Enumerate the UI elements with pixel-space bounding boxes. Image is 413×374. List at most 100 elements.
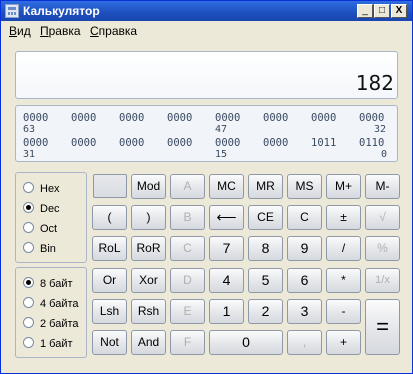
memory-indicator	[93, 174, 127, 198]
display-value: 182	[355, 71, 394, 95]
not-button[interactable]: Not	[92, 330, 127, 355]
radio-dec[interactable]: Dec	[23, 202, 60, 215]
radio-indicator	[23, 242, 34, 253]
rotate-left-button[interactable]: RoL	[92, 236, 127, 261]
menu-bar: Вид Правка Справка	[1, 21, 412, 40]
bit-position: 0	[381, 149, 388, 160]
hex-c-button[interactable]: C	[170, 236, 205, 261]
digit-8-button[interactable]: 8	[248, 236, 283, 261]
bit-position: 32	[374, 124, 387, 135]
bit-position: 15	[215, 149, 228, 160]
binary-group: 0000	[71, 137, 97, 149]
radio-4-bytes[interactable]: 4 байта	[23, 297, 79, 310]
hex-f-button[interactable]: F	[170, 330, 205, 355]
mod-button[interactable]: Mod	[131, 174, 166, 199]
digit-1-button[interactable]: 1	[209, 299, 244, 324]
radio-indicator	[23, 317, 34, 328]
digit-4-button[interactable]: 4	[209, 268, 244, 293]
binary-group: 0000	[23, 137, 49, 149]
binary-group: 0000	[23, 112, 49, 124]
hex-d-button[interactable]: D	[170, 268, 205, 293]
digit-6-button[interactable]: 6	[287, 268, 322, 293]
memory-clear-button[interactable]: MC	[209, 174, 244, 199]
divide-button[interactable]: /	[326, 236, 361, 261]
sqrt-button[interactable]: √	[365, 205, 400, 230]
menu-edit[interactable]: Правка	[40, 24, 81, 38]
bit-position: 47	[215, 124, 228, 135]
memory-add-button[interactable]: M+	[326, 174, 361, 199]
left-shift-button[interactable]: Lsh	[92, 299, 127, 324]
bit-position: 31	[23, 149, 36, 160]
memory-subtract-button[interactable]: M-	[365, 174, 400, 199]
memory-store-button[interactable]: MS	[287, 174, 322, 199]
binary-group: 0000	[71, 112, 97, 124]
number-base-group: Hex Dec Oct Bin	[15, 172, 87, 263]
binary-group: 0000	[215, 137, 241, 149]
equals-button[interactable]: =	[365, 299, 400, 355]
hex-b-button[interactable]: B	[170, 205, 205, 230]
radio-8-bytes[interactable]: 8 байт	[23, 277, 73, 290]
word-size-group: 8 байт 4 байта 2 байта 1 байт	[15, 267, 87, 358]
radio-oct[interactable]: Oct	[23, 222, 57, 235]
binary-group: 0000	[263, 137, 289, 149]
and-button[interactable]: And	[131, 330, 166, 355]
digit-9-button[interactable]: 9	[287, 236, 322, 261]
binary-group: 0000	[311, 112, 337, 124]
binary-group: 0110	[359, 137, 385, 149]
binary-group: 0000	[263, 112, 289, 124]
result-display: 182	[15, 51, 398, 99]
backspace-button[interactable]: ⟵	[209, 205, 244, 230]
digit-2-button[interactable]: 2	[248, 299, 283, 324]
radio-bin[interactable]: Bin	[23, 242, 56, 255]
binary-group: 0000	[167, 137, 193, 149]
radio-indicator	[23, 337, 34, 348]
multiply-button[interactable]: *	[326, 268, 361, 293]
radio-hex[interactable]: Hex	[23, 182, 60, 195]
binary-group: 0000	[215, 112, 241, 124]
open-paren-button[interactable]: (	[92, 205, 127, 230]
radio-indicator	[23, 277, 34, 288]
radio-indicator	[23, 182, 34, 193]
negate-button[interactable]: ±	[326, 205, 361, 230]
menu-help[interactable]: Справка	[90, 24, 137, 38]
add-button[interactable]: +	[326, 330, 361, 355]
or-button[interactable]: Or	[92, 268, 127, 293]
calculator-app-icon	[5, 4, 19, 18]
subtract-button[interactable]: -	[326, 299, 361, 324]
percent-button[interactable]: %	[365, 236, 400, 261]
bit-position: 63	[23, 124, 36, 135]
binary-group: 1011	[311, 137, 337, 149]
rotate-right-button[interactable]: RoR	[131, 236, 166, 261]
memory-recall-button[interactable]: MR	[248, 174, 283, 199]
menu-view[interactable]: Вид	[9, 24, 31, 38]
calculator-window: Калькулятор _ □ X Вид Правка Справка 182…	[0, 0, 413, 374]
maximize-button[interactable]: □	[374, 4, 390, 18]
radio-indicator	[23, 222, 34, 233]
clear-button[interactable]: C	[287, 205, 322, 230]
reciprocal-button[interactable]: 1/x	[365, 268, 400, 293]
close-paren-button[interactable]: )	[131, 205, 166, 230]
radio-indicator	[23, 202, 34, 213]
clear-entry-button[interactable]: CE	[248, 205, 283, 230]
close-button[interactable]: X	[391, 4, 407, 18]
binary-display: 0000 0000 0000 0000 0000 0000 0000 0000 …	[15, 105, 398, 162]
decimal-button[interactable]: ,	[287, 330, 322, 355]
window-title: Калькулятор	[23, 4, 100, 18]
digit-0-button[interactable]: 0	[209, 330, 283, 355]
title-bar[interactable]: Калькулятор _ □ X	[1, 1, 412, 21]
radio-2-bytes[interactable]: 2 байта	[23, 317, 79, 330]
right-shift-button[interactable]: Rsh	[131, 299, 166, 324]
minimize-button[interactable]: _	[357, 4, 373, 18]
binary-group: 0000	[119, 137, 145, 149]
binary-group: 0000	[359, 112, 385, 124]
radio-1-byte[interactable]: 1 байт	[23, 337, 73, 350]
digit-5-button[interactable]: 5	[248, 268, 283, 293]
binary-group: 0000	[119, 112, 145, 124]
hex-a-button[interactable]: A	[170, 174, 205, 199]
hex-e-button[interactable]: E	[170, 299, 205, 324]
digit-3-button[interactable]: 3	[287, 299, 322, 324]
xor-button[interactable]: Xor	[131, 268, 166, 293]
radio-indicator	[23, 297, 34, 308]
binary-group: 0000	[167, 112, 193, 124]
digit-7-button[interactable]: 7	[209, 236, 244, 261]
